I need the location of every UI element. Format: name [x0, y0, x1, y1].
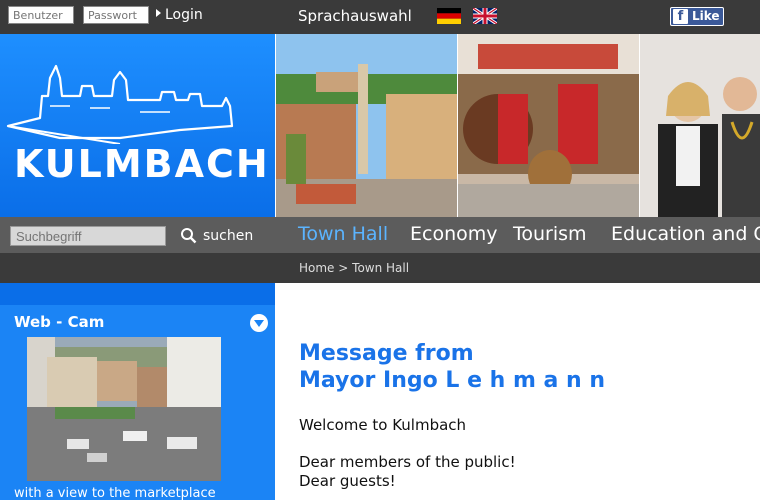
page-title-line-1: Message from [299, 341, 474, 366]
login-button[interactable]: Login [156, 6, 203, 24]
page-title-line-2: Mayor Ingo L e h m a n n [299, 368, 606, 393]
mayor-photo [640, 34, 760, 217]
kulmbach-logo[interactable]: KULMBACH [0, 34, 275, 217]
sidebar-top-strip [0, 283, 275, 305]
password-input[interactable] [83, 6, 149, 24]
breadcrumb: Home > Town Hall [299, 260, 409, 276]
welcome-text: Welcome to Kulmbach [299, 416, 467, 434]
arrow-right-icon [156, 9, 161, 17]
breadcrumb-home[interactable]: Home [299, 261, 334, 275]
login-label: Login [165, 7, 203, 23]
facebook-icon: f [673, 9, 688, 24]
town-square-photo [276, 34, 457, 217]
webcam-title: Web - Cam [14, 313, 105, 331]
search-label: suchen [203, 228, 254, 244]
webcam-image[interactable] [27, 337, 221, 481]
facebook-like-button[interactable]: f Like [670, 7, 724, 26]
nav-item-economy[interactable]: Economy [410, 222, 498, 246]
search-button[interactable]: suchen [180, 226, 253, 246]
castle-outline-icon [6, 64, 234, 144]
webcam-caption: with a view to the marketplace [14, 486, 216, 500]
nav-item-education-culture[interactable]: Education and Cu [611, 222, 760, 246]
breadcrumb-current: Town Hall [352, 261, 410, 275]
page-title: Message from Mayor Ingo L e h m a n n [299, 340, 605, 394]
facebook-like-label: Like [692, 9, 720, 23]
breadcrumb-separator: > [338, 261, 349, 275]
nav-item-tourism[interactable]: Tourism [513, 222, 587, 246]
search-icon [181, 228, 197, 244]
german-flag-icon[interactable] [437, 8, 461, 24]
logo-text: KULMBACH [14, 142, 270, 186]
greeting-public: Dear members of the public! [299, 453, 516, 471]
nav-item-town-hall[interactable]: Town Hall [298, 222, 388, 246]
chevron-down-icon[interactable] [250, 314, 268, 332]
barrel-tapping-photo [458, 34, 639, 217]
greeting-guests: Dear guests! [299, 472, 396, 490]
search-input[interactable] [10, 226, 166, 246]
uk-flag-icon[interactable] [473, 8, 497, 24]
language-label: Sprachauswahl [298, 7, 412, 25]
username-input[interactable] [8, 6, 74, 24]
